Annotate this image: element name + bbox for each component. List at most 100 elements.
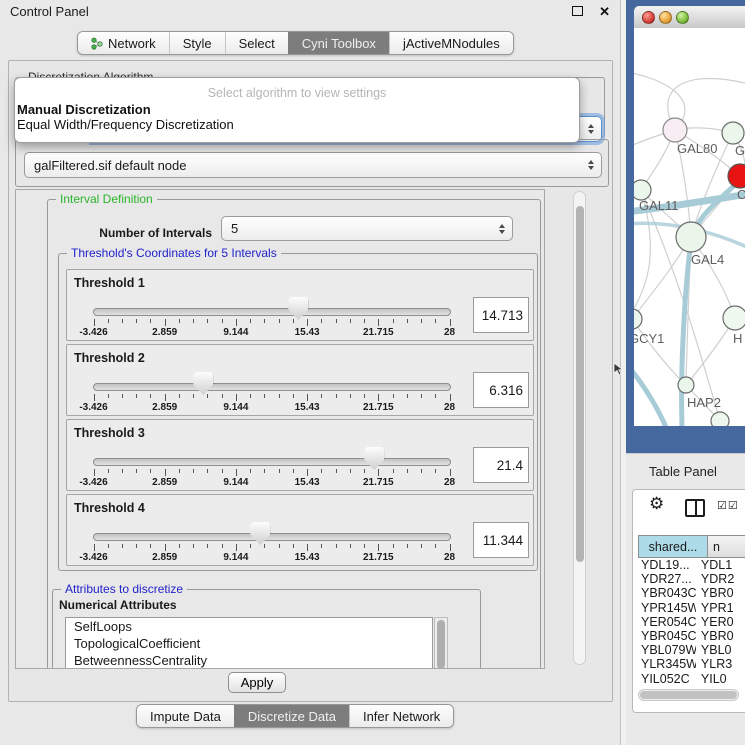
slider-tick [94, 469, 95, 476]
cell-shared-name[interactable]: YIL052C [638, 672, 696, 686]
slider-tick [407, 469, 408, 473]
algorithm-option-manual-discretization[interactable]: Manual Discretization [15, 102, 579, 117]
threshold-value-field[interactable]: 14.713 [473, 297, 529, 333]
cell-name[interactable]: YBR0 [696, 629, 745, 643]
threshold-value-field[interactable]: 11.344 [473, 522, 529, 558]
attributes-list-scrollbar[interactable] [434, 617, 448, 669]
cell-name[interactable]: YPR1 [696, 601, 745, 615]
cell-name[interactable]: YDR2 [696, 572, 745, 586]
table-row[interactable]: YDL19...YDL1 [638, 558, 745, 572]
slider-tick [193, 544, 194, 548]
cell-shared-name[interactable]: YDL19... [638, 558, 696, 572]
slider-tick [364, 319, 365, 323]
slider-tick [407, 319, 408, 323]
slider-tick [108, 469, 109, 473]
cell-shared-name[interactable]: YLR345W [638, 657, 696, 671]
slider-tick [150, 544, 151, 548]
node-pink[interactable] [663, 118, 687, 142]
network-window-titlebar[interactable] [634, 6, 745, 29]
slider-tick [264, 319, 265, 323]
close-icon[interactable]: ✕ [599, 5, 610, 18]
list-item-topologicalcoefficient[interactable]: TopologicalCoefficient [66, 635, 432, 652]
number-of-intervals-select[interactable]: 5 [221, 216, 513, 241]
network-view-window: GAL80GACGAL11GAL4GCY1HHAP2 [626, 0, 745, 453]
select-columns-icon[interactable]: ☑☑ [717, 499, 739, 512]
tab-style[interactable]: Style [169, 32, 225, 54]
cell-shared-name[interactable]: YPR145W [638, 601, 696, 615]
slider-tick [336, 319, 337, 323]
node-bottom[interactable] [711, 412, 729, 426]
cell-name[interactable]: YDL1 [696, 558, 745, 572]
node-gal4[interactable] [676, 222, 706, 252]
slider-tick [136, 319, 137, 323]
threshold-value-field[interactable]: 6.316 [473, 372, 529, 408]
table-horizontal-scrollbar[interactable] [638, 689, 739, 701]
tab-cyni-toolbox[interactable]: Cyni Toolbox [288, 32, 389, 54]
cell-name[interactable]: YLR3 [696, 657, 745, 671]
node-h[interactable] [723, 306, 745, 330]
slider-track[interactable] [93, 533, 451, 541]
node-gcy1[interactable] [634, 309, 642, 329]
slider-tick [350, 469, 351, 473]
column-header-shared-name[interactable]: shared... [638, 535, 708, 558]
tab-impute-data[interactable]: Impute Data [137, 705, 234, 727]
slider-thumb[interactable] [288, 297, 308, 320]
cell-shared-name[interactable]: YER054C [638, 615, 696, 629]
list-item-selfloops[interactable]: SelfLoops [66, 618, 432, 635]
cell-name[interactable]: YBL0 [696, 643, 745, 657]
tab-jactivemnodules[interactable]: jActiveMNodules [389, 32, 513, 54]
cell-name[interactable]: YIL0 [696, 672, 745, 686]
tab-label: Network [108, 36, 156, 51]
slider-tick-label: 9.144 [214, 477, 258, 488]
apply-button[interactable]: Apply [228, 672, 286, 693]
table-card: ⚙ ☑☑ shared... n YDL19...YDL1YDR27...YDR… [632, 489, 745, 713]
numerical-attributes-list: SelfLoopsTopologicalCoefficientBetweenne… [65, 617, 433, 669]
cell-name[interactable]: YER0 [696, 615, 745, 629]
slider-tick [293, 544, 294, 548]
table-row[interactable]: YBR043CYBR0 [638, 586, 745, 600]
node-gal11[interactable] [634, 180, 651, 200]
cell-name[interactable]: YBR0 [696, 586, 745, 600]
tab-infer-network[interactable]: Infer Network [349, 705, 453, 727]
network-canvas[interactable]: GAL80GACGAL11GAL4GCY1HHAP2 [634, 28, 745, 426]
settings-gear-icon[interactable]: ⚙ [649, 494, 664, 514]
slider-tick [378, 469, 379, 476]
algorithm-option-equal-width-frequency-discretization[interactable]: Equal Width/Frequency Discretization [15, 117, 579, 132]
slider-tick [222, 544, 223, 548]
table-row[interactable]: YER054CYER0 [638, 615, 745, 629]
minimize-button[interactable] [659, 11, 672, 24]
close-button[interactable] [642, 11, 655, 24]
tab-select[interactable]: Select [225, 32, 288, 54]
zoom-button[interactable] [676, 11, 689, 24]
float-window-icon[interactable] [572, 6, 583, 16]
slider-thumb[interactable] [364, 447, 384, 470]
cell-shared-name[interactable]: YBR045C [638, 629, 696, 643]
table-row[interactable]: YBL079WYBL0 [638, 643, 745, 657]
slider-track[interactable] [93, 458, 451, 466]
node-hap2[interactable] [678, 377, 694, 393]
table-row[interactable]: YLR345WYLR3 [638, 657, 745, 671]
cell-shared-name[interactable]: YBR043C [638, 586, 696, 600]
table-row[interactable]: YBR045CYBR0 [638, 629, 745, 643]
slider-tick-label: 15.43 [285, 477, 329, 488]
column-header-name[interactable]: n [708, 535, 745, 558]
list-item-betweennesscentrality[interactable]: BetweennessCentrality [66, 652, 432, 669]
table-row[interactable]: YDR27...YDR2 [638, 572, 745, 586]
slider-thumb[interactable] [193, 372, 213, 395]
table-data-select[interactable]: galFiltered.sif default node [24, 152, 602, 178]
cell-shared-name[interactable]: YBL079W [638, 643, 696, 657]
table-row[interactable]: YIL052CYIL0 [638, 672, 745, 686]
slider-track[interactable] [93, 308, 451, 316]
slider-tick [435, 394, 436, 398]
panel-scrollbar[interactable] [573, 191, 586, 665]
slider-thumb[interactable] [250, 522, 270, 545]
slider-track[interactable] [93, 383, 451, 391]
cell-shared-name[interactable]: YDR27... [638, 572, 696, 586]
table-row[interactable]: YPR145WYPR1 [638, 601, 745, 615]
tab-network[interactable]: Network [78, 32, 169, 54]
node-top-right[interactable] [722, 122, 744, 144]
slider-tick-label: 9.144 [214, 327, 258, 338]
columns-icon[interactable] [685, 499, 705, 517]
threshold-value-field[interactable]: 21.4 [473, 447, 529, 483]
tab-discretize-data[interactable]: Discretize Data [234, 705, 349, 727]
